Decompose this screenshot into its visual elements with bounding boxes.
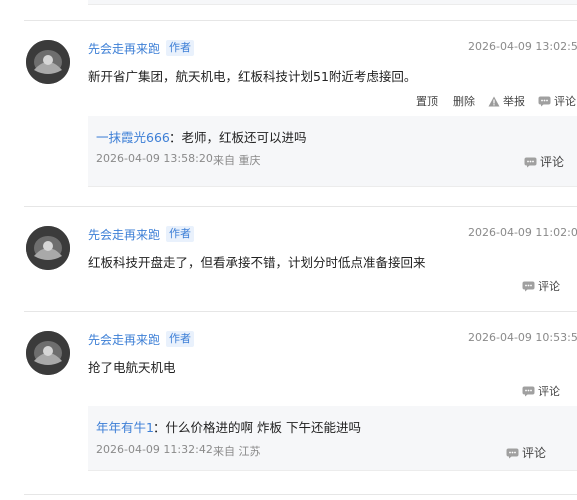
comment-button[interactable]: 评论 <box>522 278 560 294</box>
comment-label: 评论 <box>538 280 560 293</box>
reply-user[interactable]: 一抹霞光666 <box>96 127 170 146</box>
reply-time: 2026-04-09 13:58:20 <box>96 152 213 165</box>
avatar[interactable] <box>26 331 70 375</box>
warning-icon <box>488 96 500 107</box>
comment-feed: 先会走再来跑 作者 2026-04-09 13:02:58 新开省广集团，航天机… <box>0 0 577 500</box>
previous-reply-box-edge <box>88 0 577 5</box>
divider <box>24 494 577 495</box>
delete-button[interactable]: 删除 <box>453 93 475 109</box>
reply-time: 2026-04-09 11:32:42 <box>96 443 213 456</box>
comment-bubble-icon <box>524 157 537 168</box>
reply-box: 年年有牛1 ：什么价格进的啊 炸板 下午还能进吗 2026-04-09 11:3… <box>88 406 577 471</box>
divider <box>24 311 577 312</box>
author-badge: 作者 <box>166 226 194 242</box>
author-name[interactable]: 先会走再来跑 <box>88 40 160 57</box>
reply-box: 一抹霞光666 ：老师，红板还可以进吗 2026-04-09 13:58:20 … <box>88 116 577 187</box>
report-button[interactable]: 举报 <box>488 93 525 109</box>
avatar[interactable] <box>26 226 70 270</box>
comment-button[interactable]: 评论 <box>522 383 560 399</box>
comment-bubble-icon <box>522 281 535 292</box>
post-time: 2026-04-09 10:53:53 <box>468 331 577 344</box>
comment-label: 评论 <box>540 155 565 169</box>
report-label: 举报 <box>503 95 525 108</box>
reply-text-body: 老师，红板还可以进吗 <box>181 130 307 145</box>
reply-text-body: 什么价格进的啊 炸板 下午还能进吗 <box>165 420 361 435</box>
reply-text: ：什么价格进的啊 炸板 下午还能进吗 <box>153 420 361 435</box>
reply-user[interactable]: 年年有牛1 <box>96 417 154 436</box>
comment-bubble-icon <box>522 386 535 397</box>
comment-label: 评论 <box>554 95 576 108</box>
comment-label: 评论 <box>538 385 560 398</box>
post-content: 抢了电航天机电 <box>88 360 176 375</box>
comment-button[interactable]: 评论 <box>538 93 576 109</box>
divider <box>24 206 577 207</box>
comment-bubble-icon <box>538 96 551 107</box>
author-name[interactable]: 先会走再来跑 <box>88 331 160 348</box>
reply-location: 来自 江苏 <box>213 445 261 458</box>
post-content: 红板科技开盘走了，但看承接不错，计划分时低点准备接回来 <box>88 255 426 270</box>
reply-location: 来自 重庆 <box>213 154 261 167</box>
pin-button[interactable]: 置顶 <box>416 93 438 109</box>
avatar[interactable] <box>26 40 70 84</box>
divider <box>24 20 577 21</box>
post-time: 2026-04-09 13:02:58 <box>468 40 577 53</box>
reply-comment-button[interactable]: 评论 <box>506 444 546 461</box>
comment-bubble-icon <box>506 448 519 459</box>
author-badge: 作者 <box>166 331 194 347</box>
reply-text: ：老师，红板还可以进吗 <box>169 130 307 145</box>
author-badge: 作者 <box>166 40 194 56</box>
comment-label: 评论 <box>522 446 547 460</box>
post-content: 新开省广集团，航天机电，红板科技计划51附近考虑接回。 <box>88 69 417 84</box>
post-time: 2026-04-09 11:02:06 <box>468 226 577 239</box>
reply-comment-button[interactable]: 评论 <box>524 153 564 170</box>
author-name[interactable]: 先会走再来跑 <box>88 226 160 243</box>
